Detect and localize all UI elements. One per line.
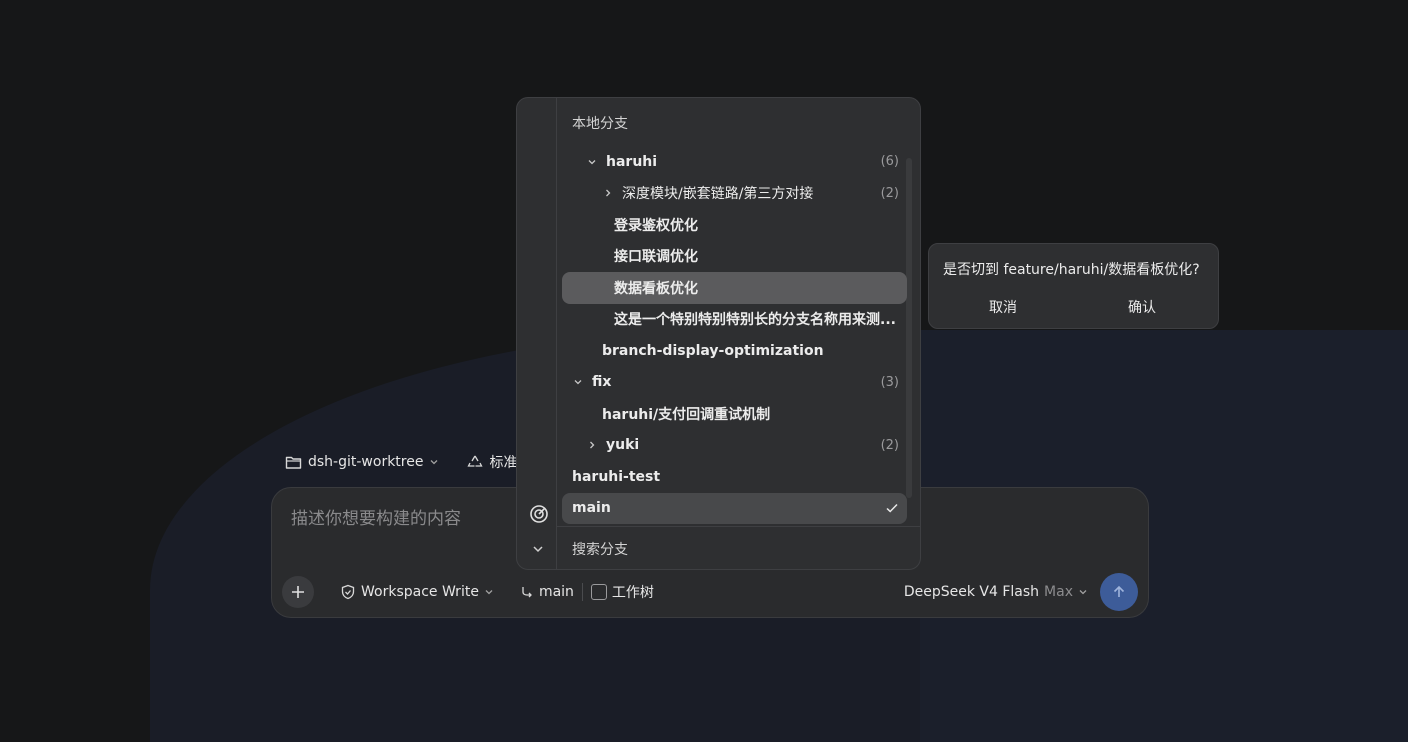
workspace-folder-button[interactable]: dsh-git-worktree <box>308 454 423 470</box>
chevron-right-icon[interactable] <box>602 188 614 198</box>
branch-item[interactable]: branch-display-optimization <box>562 335 907 367</box>
composer-toolbar: Workspace Write main 工作树 DeepSeek V4 Fla… <box>282 573 1138 611</box>
branch-item[interactable]: 这是一个特别特别特别长的分支名称用来测... <box>562 304 907 336</box>
divider <box>581 583 583 601</box>
branch-list: haruhi (6) 深度模块/嵌套链路/第三方对接 (2) 登录鉴权优化 接口联调优化数… <box>562 146 907 524</box>
branch-dropdown: 本地分支 haruhi (6) 深度模块/嵌套链路/第三方对接 (2) 登录鉴权优化 接口… <box>516 97 921 570</box>
branch-selector[interactable]: main <box>520 584 574 600</box>
branch-label: branch-display-optimization <box>602 342 824 359</box>
dropdown-header: 本地分支 <box>572 116 628 132</box>
branch-label: main <box>538 584 574 600</box>
branch-item[interactable]: haruhi-test <box>562 461 907 493</box>
branch-item-current[interactable]: main <box>562 492 907 524</box>
shield-icon <box>340 584 356 600</box>
git-branch-icon[interactable] <box>529 504 549 524</box>
branch-count: (2) <box>880 437 899 453</box>
chevron-down-icon[interactable] <box>531 542 545 556</box>
cancel-button[interactable]: 取消 <box>989 297 1017 317</box>
branch-label: 数据看板优化 <box>614 280 698 297</box>
attach-button[interactable] <box>282 576 314 608</box>
branch-item[interactable]: haruhi/支付回调重试机制 <box>562 398 907 430</box>
divider <box>557 526 920 527</box>
branch-label: fix <box>592 374 612 391</box>
branch-label: 接口联调优化 <box>614 249 698 266</box>
model-selector[interactable]: DeepSeek V4 Flash Max <box>904 584 1088 600</box>
branch-label: 深度模块/嵌套链路/第三方对接 <box>622 186 814 203</box>
dropdown-rail <box>517 98 557 569</box>
branch-label: haruhi-test <box>572 468 661 485</box>
branch-count: (2) <box>880 185 899 201</box>
branch-label: haruhi <box>606 153 658 170</box>
git-branch-icon <box>520 585 534 599</box>
branch-label: 登录鉴权优化 <box>614 217 698 234</box>
branch-label: 这是一个特别特别特别长的分支名称用来测... <box>614 312 896 329</box>
worktree-label: 工作树 <box>611 585 654 601</box>
switch-confirm-popover: 是否切到 feature/haruhi/数据看板优化? 取消 确认 <box>928 243 1219 329</box>
chevron-right-icon[interactable] <box>586 440 598 450</box>
chevron-down-icon[interactable] <box>429 457 439 467</box>
worktree-checkbox[interactable] <box>590 584 607 600</box>
checkmark-icon <box>885 501 899 515</box>
branch-label: haruhi/支付回调重试机制 <box>602 406 771 423</box>
workspace-row: dsh-git-worktree 标准模式 <box>285 451 525 473</box>
permission-label: Workspace Write <box>361 584 479 600</box>
branch-label: yuki <box>606 437 640 454</box>
branch-item[interactable]: 登录鉴权优化 <box>562 209 907 241</box>
branch-count: (6) <box>880 154 899 170</box>
branch-item[interactable]: haruhi (6) <box>562 146 907 178</box>
chevron-down-icon[interactable] <box>572 377 584 387</box>
model-tier: Max <box>1044 584 1073 600</box>
chevron-down-icon <box>1078 587 1088 597</box>
chevron-down-icon[interactable] <box>586 157 598 167</box>
branch-item[interactable]: 数据看板优化 <box>562 272 907 304</box>
confirm-button[interactable]: 确认 <box>1128 297 1156 317</box>
app-window: dsh-git-worktree 标准模式 描述你想要构建的内容 Workspa… <box>0 0 1408 742</box>
chevron-down-icon <box>484 587 494 597</box>
search-branch-input[interactable]: 搜索分支 <box>572 539 628 559</box>
branch-label: main <box>572 500 611 517</box>
recycle-icon <box>467 454 484 470</box>
branch-count: (3) <box>880 374 899 390</box>
branch-item[interactable]: 接口联调优化 <box>562 241 907 273</box>
branch-item[interactable]: 深度模块/嵌套链路/第三方对接 (2) <box>562 178 907 210</box>
model-name: DeepSeek V4 Flash <box>903 584 1040 600</box>
permission-selector[interactable]: Workspace Write <box>340 584 494 600</box>
branch-item[interactable]: fix (3) <box>562 367 907 399</box>
branch-item[interactable]: yuki (2) <box>562 430 907 462</box>
prompt-input[interactable]: 描述你想要构建的内容 <box>291 504 461 529</box>
confirm-message: 是否切到 feature/haruhi/数据看板优化? <box>943 262 1200 278</box>
send-button[interactable] <box>1100 573 1138 611</box>
worktree-toggle[interactable]: 工作树 <box>590 582 654 602</box>
folder-icon <box>285 455 302 470</box>
